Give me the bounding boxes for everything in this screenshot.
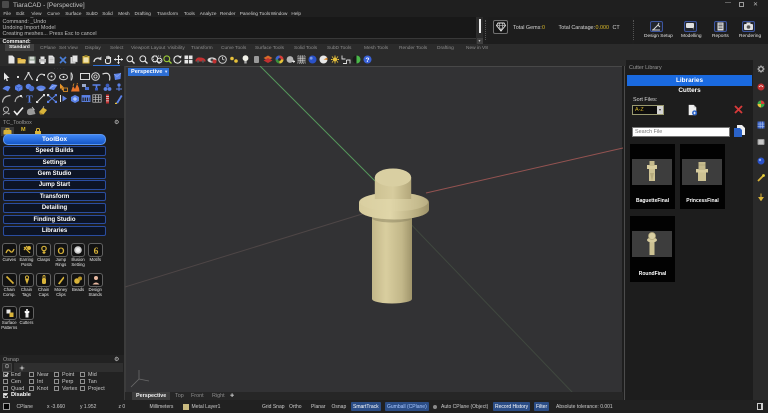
svg-text:O: O [58, 246, 65, 255]
svg-text:T: T [26, 94, 33, 104]
svg-text:6: 6 [93, 247, 98, 255]
svg-text:?: ? [366, 57, 370, 64]
